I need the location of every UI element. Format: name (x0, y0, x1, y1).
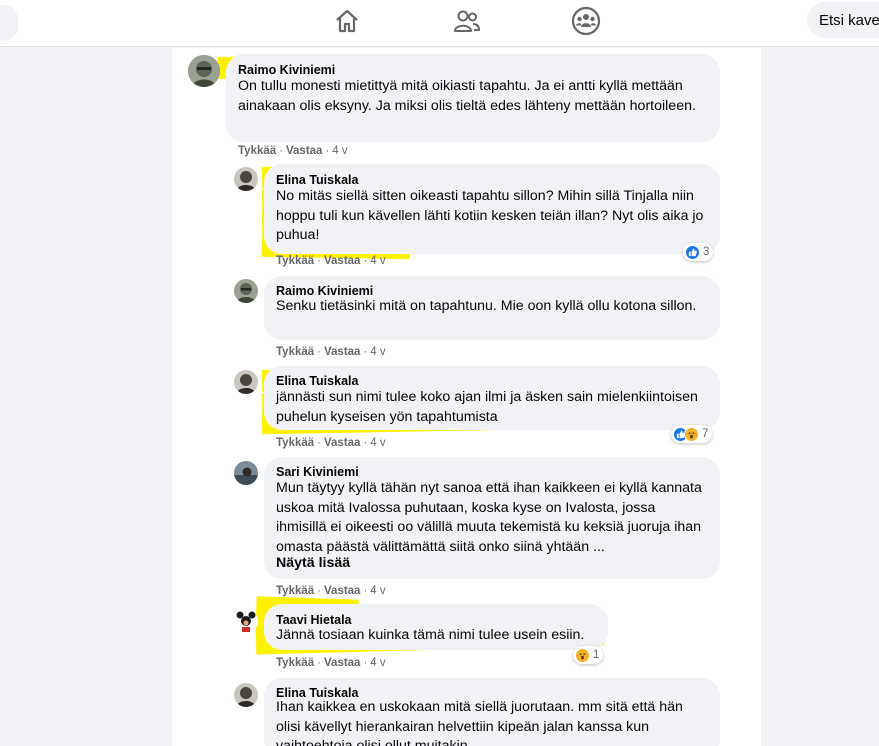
comment-age[interactable]: 4 v (332, 145, 347, 157)
reaction-count[interactable]: 1 (573, 646, 604, 664)
comment-actions: Tykkää · Vastaa · 4 v (238, 145, 348, 157)
comment-text: Ihan kaikkea en uskokaan mitä siellä juo… (276, 699, 683, 746)
comment-age[interactable]: 4 v (370, 437, 385, 449)
avatar[interactable] (234, 461, 258, 485)
groups-icon[interactable] (569, 6, 603, 36)
reaction-number: 3 (703, 246, 710, 258)
reply-link[interactable]: Vastaa (324, 255, 360, 267)
reply-link[interactable]: Vastaa (324, 437, 360, 449)
reply-link[interactable]: Vastaa (286, 145, 322, 157)
comment-author[interactable]: Raimo Kiviniemi (238, 63, 335, 77)
avatar[interactable] (234, 370, 258, 394)
comment-actions: Tykkää · Vastaa · 4 v (276, 585, 386, 597)
comment-text: No mitäs siellä sitten oikeasti tapahtu … (276, 188, 704, 243)
comment-author[interactable]: Raimo Kiviniemi (276, 284, 373, 298)
avatar[interactable] (234, 683, 258, 707)
wow-reaction-icon (684, 426, 699, 442)
comment-age[interactable]: 4 v (370, 346, 385, 358)
reply-link[interactable]: Vastaa (324, 585, 360, 597)
comment-actions: Tykkää · Vastaa · 4 v (276, 657, 386, 669)
like-link[interactable]: Tykkää (276, 346, 314, 358)
friends-icon[interactable] (450, 6, 484, 36)
comment-author[interactable]: Elina Tuiskala (276, 173, 358, 187)
avatar[interactable] (234, 609, 258, 633)
reaction-count[interactable]: 3 (683, 243, 714, 261)
reply-link[interactable]: Vastaa (324, 657, 360, 669)
avatar[interactable] (188, 55, 220, 87)
comment-author[interactable]: Taavi Hietala (276, 613, 352, 627)
search-placeholder: Etsi kave (819, 12, 879, 29)
reaction-number: 1 (593, 649, 600, 661)
wow-reaction-icon (575, 647, 590, 663)
like-link[interactable]: Tykkää (276, 657, 314, 669)
top-navigation-bar: Etsi kave (0, 0, 879, 47)
comment-actions: Tykkää · Vastaa · 4 v (276, 437, 386, 449)
like-link[interactable]: Tykkää (276, 585, 314, 597)
avatar[interactable] (234, 167, 258, 191)
menu-button[interactable] (0, 5, 18, 41)
reaction-number: 7 (702, 428, 709, 440)
see-more-link[interactable]: Näytä lisää (276, 555, 350, 571)
comment-text: Jännä tosiaan kuinka tämä nimi tulee use… (276, 627, 585, 643)
comment-age[interactable]: 4 v (370, 255, 385, 267)
like-link[interactable]: Tykkää (276, 437, 314, 449)
avatar[interactable] (234, 279, 258, 303)
comment-text: jännästi sun nimi tulee koko ajan ilmi j… (276, 389, 698, 425)
comment-author[interactable]: Elina Tuiskala (276, 374, 358, 388)
reaction-count[interactable]: 7 (671, 425, 713, 443)
comment-age[interactable]: 4 v (370, 585, 385, 597)
comment-actions: Tykkää · Vastaa · 4 v (276, 346, 386, 358)
like-reaction-icon (685, 244, 700, 260)
comment-text: Mun täytyy kyllä tähän nyt sanoa että ih… (276, 480, 702, 555)
comment-author[interactable]: Sari Kiviniemi (276, 465, 359, 479)
search-input[interactable]: Etsi kave (807, 2, 879, 38)
comment-text: On tullu monesti mietittyä mitä oikiasti… (238, 78, 696, 114)
comment-text: Senku tietäsinki mitä on tapahtunu. Mie … (276, 298, 697, 314)
comment-age[interactable]: 4 v (370, 657, 385, 669)
like-link[interactable]: Tykkää (238, 145, 276, 157)
like-link[interactable]: Tykkää (276, 255, 314, 267)
home-icon[interactable] (330, 6, 364, 36)
comment-actions: Tykkää · Vastaa · 4 v (276, 255, 386, 267)
reply-link[interactable]: Vastaa (324, 346, 360, 358)
